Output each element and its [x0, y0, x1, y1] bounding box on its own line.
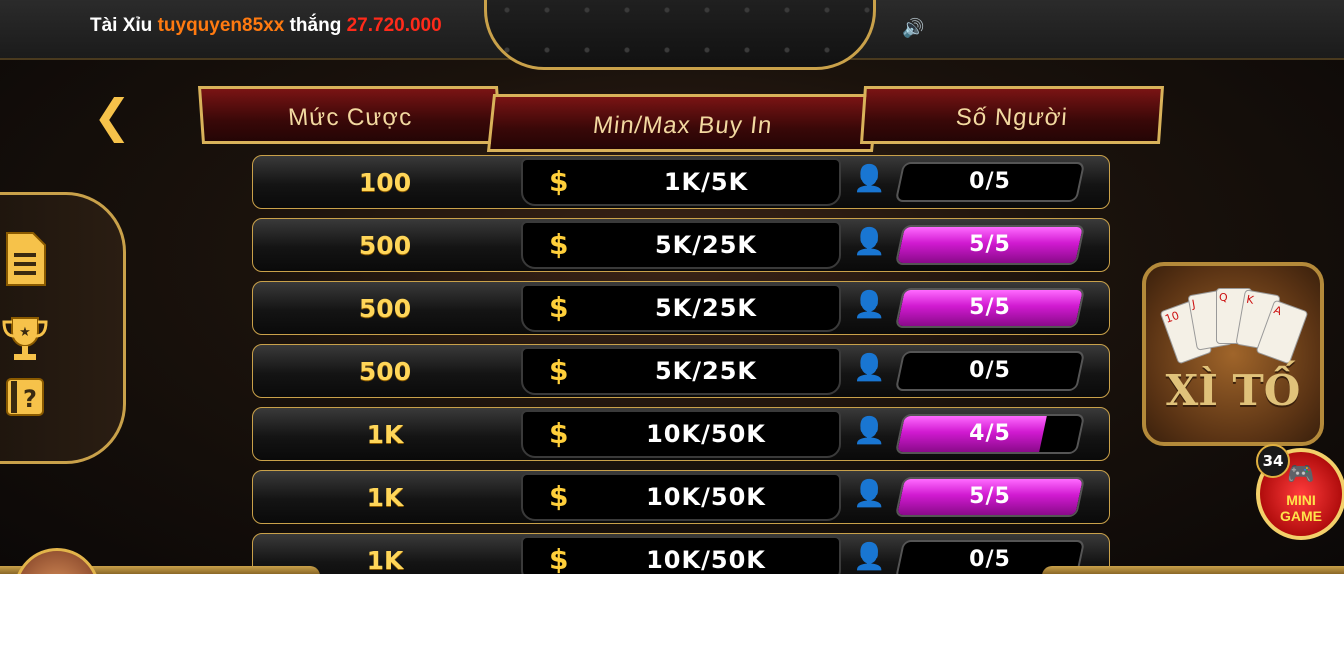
person-icon: 👤 — [853, 164, 886, 194]
person-icon: 👤 — [853, 542, 886, 572]
buyin-box: $5K/25K — [521, 347, 841, 395]
ticker-amount: 27.720.000 — [346, 15, 442, 36]
win-ticker: Tài Xỉu tuyquyen85xx thắng 27.720.000 — [90, 15, 442, 37]
person-icon: 👤 — [853, 479, 886, 509]
person-icon: 👤 — [853, 290, 886, 320]
buyin-box: $10K/50K — [521, 473, 841, 521]
ticker-user: tuyquyen85xx — [157, 15, 285, 36]
buyin-value: 10K/50K — [646, 420, 766, 448]
buyin-box: $5K/25K — [521, 284, 841, 332]
top-crest — [484, 0, 876, 70]
table-row[interactable]: 500 $5K/25K 👤 5/5 — [252, 281, 1110, 335]
dollar-icon: $ — [549, 417, 569, 450]
buyin-box: $5K/25K — [521, 221, 841, 269]
bet-level: 100 — [358, 168, 412, 197]
document-icon[interactable] — [0, 232, 50, 286]
mini-game-badge: 34 — [1256, 444, 1290, 478]
mini-game-label-1: MINI — [1286, 492, 1316, 508]
players-count: 5/5 — [969, 232, 1011, 257]
header-buyin[interactable]: Min/Max Buy In — [486, 94, 880, 152]
dollar-icon: $ — [549, 228, 569, 261]
players-bar: 0/5 — [894, 351, 1086, 391]
buyin-box: $10K/50K — [521, 536, 841, 574]
dollar-icon: $ — [549, 165, 569, 198]
buyin-value: 5K/25K — [654, 231, 758, 259]
trophy-icon[interactable]: ★ — [0, 313, 50, 365]
players-count: 4/5 — [969, 421, 1011, 446]
ticker-verb: thắng — [289, 15, 342, 36]
players-bar: 5/5 — [894, 288, 1086, 328]
bottom-frame-right — [1042, 566, 1344, 574]
table-row[interactable]: 500 $5K/25K 👤 5/5 — [252, 218, 1110, 272]
person-icon: 👤 — [853, 353, 886, 383]
players-count: 0/5 — [969, 358, 1011, 383]
bet-level: 500 — [358, 294, 412, 323]
bet-level: 1K — [366, 420, 404, 449]
game-screen: Tài Xỉu tuyquyen85xx thắng 27.720.000 🔊 … — [0, 0, 1344, 574]
svg-text:?: ? — [23, 385, 37, 413]
table-row[interactable]: 100 $1K/5K 👤 0/5 — [252, 155, 1110, 209]
players-count: 5/5 — [969, 295, 1011, 320]
ticker-game: Tài Xỉu — [90, 15, 153, 36]
table-row[interactable]: 1K $10K/50K 👤 5/5 — [252, 470, 1110, 524]
buyin-value: 10K/50K — [646, 546, 766, 574]
help-icon[interactable]: ? — [0, 371, 50, 423]
header-bet-level[interactable]: Mức Cược — [197, 86, 503, 144]
buyin-box: $10K/50K — [521, 410, 841, 458]
players-count: 5/5 — [969, 484, 1011, 509]
buyin-box: $1K/5K — [521, 158, 841, 206]
dollar-icon: $ — [549, 354, 569, 387]
players-bar: 0/5 — [894, 162, 1086, 202]
players-bar: 4/5 — [894, 414, 1086, 454]
buyin-value: 10K/50K — [646, 483, 766, 511]
back-chevron-icon[interactable]: ❮ — [92, 92, 132, 140]
players-count: 0/5 — [969, 169, 1011, 194]
dollar-icon: $ — [549, 291, 569, 324]
top-bar: Tài Xỉu tuyquyen85xx thắng 27.720.000 🔊 — [0, 0, 1344, 70]
avatar[interactable] — [14, 548, 100, 574]
person-icon: 👤 — [853, 416, 886, 446]
table-row[interactable]: 500 $5K/25K 👤 0/5 — [252, 344, 1110, 398]
bet-level: 500 — [358, 357, 412, 386]
buyin-value: 5K/25K — [654, 357, 758, 385]
bet-level: 500 — [358, 231, 412, 260]
person-icon: 👤 — [853, 227, 886, 257]
table-row[interactable]: 1K $10K/50K 👤 4/5 — [252, 407, 1110, 461]
cards-illustration: 10 J Q K A — [1159, 284, 1309, 365]
players-bar: 5/5 — [894, 225, 1086, 265]
dollar-icon: $ — [549, 543, 569, 574]
buyin-value: 5K/25K — [654, 294, 758, 322]
game-tile-xi-to[interactable]: 10 J Q K A XÌ TỐ — [1142, 262, 1324, 446]
header-players[interactable]: Số Người — [859, 86, 1165, 144]
side-panel: ★ ? — [0, 192, 126, 464]
dollar-icon: $ — [549, 480, 569, 513]
bet-level: 1K — [366, 483, 404, 512]
players-bar: 5/5 — [894, 477, 1086, 517]
game-tile-title: XÌ TỐ — [1165, 366, 1301, 415]
speaker-icon[interactable]: 🔊 — [902, 18, 924, 39]
buyin-value: 1K/5K — [663, 168, 749, 196]
mini-game-label-2: GAME — [1280, 508, 1322, 524]
svg-text:★: ★ — [19, 325, 31, 340]
table-row[interactable]: 1K $10K/50K 👤 0/5 — [252, 533, 1110, 574]
